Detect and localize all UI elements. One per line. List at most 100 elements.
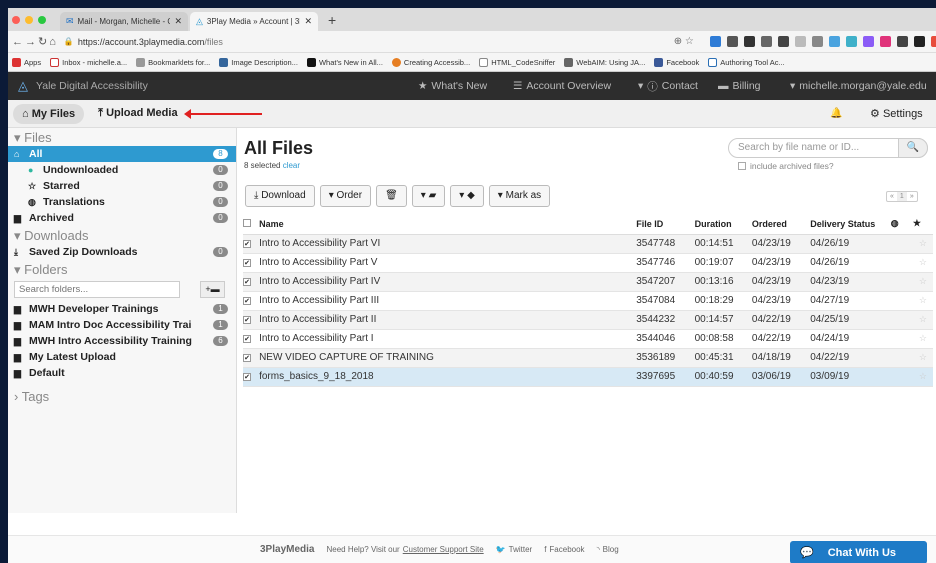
my-files-button[interactable]: ⌂ My Files [13, 103, 85, 124]
extension-icon[interactable] [726, 36, 738, 47]
table-row[interactable]: ✔ Intro to Accessibility Part I 3544046 00:… [243, 329, 933, 349]
extension-icon[interactable] [777, 36, 789, 47]
bookmark-item[interactable]: What's New in All... [306, 57, 383, 67]
star-icon[interactable]: ☆ [919, 295, 927, 305]
checked-checkbox-icon[interactable]: ✔ [243, 297, 251, 305]
column-star[interactable]: ★ [912, 214, 933, 235]
sidebar-folder[interactable]: ▆ MAM Intro Doc Accessibility Trai 1 [8, 317, 236, 333]
extension-icon[interactable] [879, 36, 891, 47]
reload-icon[interactable]: ↻ [38, 35, 47, 48]
files-section-header[interactable]: ▾ Files [8, 130, 236, 146]
star-icon[interactable]: ☆ [919, 333, 927, 343]
row-checkbox[interactable]: ✔ [243, 367, 260, 387]
sidebar-item-undownloaded[interactable]: ● Undownloaded 0 [8, 162, 236, 178]
extension-icon[interactable] [862, 36, 874, 47]
column-delivery-status[interactable]: Delivery Status [810, 214, 891, 235]
bookmark-item[interactable]: Image Description... [219, 57, 298, 67]
blog-link[interactable]: ◝ Blog [597, 545, 619, 554]
url-field[interactable]: 🔒 https://account.3playmedia.com/files ⊕… [64, 36, 704, 47]
star-icon[interactable]: ☆ [919, 257, 927, 267]
table-row[interactable]: ✔ Intro to Accessibility Part V 3547746 00:… [243, 253, 933, 273]
star-icon[interactable]: ☆ [919, 276, 927, 286]
column-name[interactable]: Name [259, 214, 637, 235]
select-all-checkbox[interactable] [243, 218, 251, 227]
order-button[interactable]: ▾ Order [319, 185, 372, 207]
chat-with-us-button[interactable]: 💬 Chat With Us [790, 541, 927, 563]
table-row[interactable]: ✔ Intro to Accessibility Part III 3547084 0… [243, 291, 933, 311]
star-icon[interactable]: ☆ [919, 238, 927, 248]
bell-icon[interactable]: 🔔 [830, 108, 842, 119]
file-name-cell[interactable]: NEW VIDEO CAPTURE OF TRAINING [259, 348, 637, 368]
forward-icon[interactable]: → [25, 36, 36, 48]
table-row[interactable]: ✔ Intro to Accessibility Part VI 3547748 00… [243, 234, 933, 254]
support-link[interactable]: Customer Support Site [403, 545, 484, 554]
extension-icon[interactable] [760, 36, 772, 47]
new-tab-button[interactable]: + [320, 11, 344, 31]
current-page[interactable]: 1 [896, 192, 907, 201]
row-checkbox[interactable]: ✔ [243, 329, 260, 349]
clear-selection-link[interactable]: clear [283, 161, 300, 170]
column-duration[interactable]: Duration [694, 214, 752, 235]
settings-button[interactable]: ⚙ Settings [870, 107, 923, 120]
home-icon[interactable]: ⌂ [49, 36, 56, 48]
table-row[interactable]: ✔ forms_basics_9_18_2018 3397695 00:40:59 03… [243, 367, 933, 387]
bookmark-item[interactable]: Inbox - michelle.a... [50, 57, 127, 67]
star-cell[interactable]: ☆ [912, 367, 933, 387]
file-name-cell[interactable]: Intro to Accessibility Part I [259, 329, 637, 349]
extension-icon[interactable] [896, 36, 908, 47]
select-all-header[interactable] [243, 214, 260, 235]
bookmark-item[interactable]: Facebook [654, 57, 699, 67]
file-name-cell[interactable]: Intro to Accessibility Part V [259, 253, 637, 273]
browser-tab-outlook[interactable]: ✉ Mail - Morgan, Michelle - Outlo ✕ [60, 12, 188, 31]
billing-link[interactable]: ▬ Billing [718, 80, 761, 92]
extension-icon[interactable] [709, 36, 721, 47]
sidebar-folder[interactable]: ▆ MWH Developer Trainings 1 [8, 301, 236, 317]
add-folder-button[interactable]: +▬ [200, 281, 225, 298]
star-icon[interactable]: ☆ [919, 371, 927, 381]
row-checkbox[interactable]: ✔ [243, 310, 260, 330]
extension-icon[interactable] [811, 36, 823, 47]
table-row[interactable]: ✔ Intro to Accessibility Part IV 3547207 00… [243, 272, 933, 292]
include-archived-toggle[interactable]: include archived files? [738, 161, 834, 171]
checked-checkbox-icon[interactable]: ✔ [243, 335, 251, 343]
row-checkbox[interactable]: ✔ [243, 348, 260, 368]
close-tab-icon[interactable]: ✕ [304, 16, 312, 27]
row-checkbox[interactable]: ✔ [243, 234, 260, 254]
folder-search-input[interactable] [14, 281, 180, 298]
browser-tab-3play[interactable]: ◬ 3Play Media » Account | 3Play ✕ [190, 12, 318, 31]
star-icon[interactable]: ☆ [919, 352, 927, 362]
bookmark-apps[interactable]: Apps [12, 57, 41, 67]
file-name-cell[interactable]: Intro to Accessibility Part II [259, 310, 637, 330]
zoom-star-icons[interactable]: ⊕ ☆ [674, 36, 694, 47]
bookmark-item[interactable]: Creating Accessib... [391, 57, 470, 67]
file-search-input[interactable]: Search by file name or ID... 🔍 [728, 138, 928, 158]
extension-icon[interactable] [828, 36, 840, 47]
extension-icon[interactable] [845, 36, 857, 47]
mark-as-button[interactable]: ▾ Mark as [488, 185, 551, 207]
star-cell[interactable]: ☆ [912, 310, 933, 330]
checked-checkbox-icon[interactable]: ✔ [243, 278, 251, 286]
downloads-section-header[interactable]: ▾ Downloads [8, 228, 236, 244]
checked-checkbox-icon[interactable]: ✔ [243, 316, 251, 324]
bookmark-item[interactable]: WebAIM: Using JA... [564, 57, 645, 67]
extension-icon[interactable] [930, 36, 936, 47]
column-file-id[interactable]: File ID [636, 214, 695, 235]
account-overview-link[interactable]: ☰ Account Overview [513, 80, 611, 92]
close-window-button[interactable] [12, 15, 20, 24]
checked-checkbox-icon[interactable]: ✔ [243, 373, 251, 381]
back-icon[interactable]: ← [12, 36, 23, 48]
facebook-link[interactable]: f Facebook [544, 545, 584, 554]
sidebar-item-starred[interactable]: ☆ Starred 0 [8, 178, 236, 194]
file-name-cell[interactable]: forms_basics_9_18_2018 [259, 367, 637, 387]
star-icon[interactable]: ☆ [919, 314, 927, 324]
checked-checkbox-icon[interactable]: ✔ [243, 259, 251, 267]
star-cell[interactable]: ☆ [912, 272, 933, 292]
prev-page-button[interactable]: « [887, 192, 897, 201]
contact-menu[interactable]: ▾ ⓘ Contact [638, 79, 698, 94]
row-checkbox[interactable]: ✔ [243, 253, 260, 273]
upload-media-button[interactable]: ⤒ Upload Media [98, 107, 177, 120]
tag-button[interactable]: ▾ ◆ [450, 185, 484, 207]
file-name-cell[interactable]: Intro to Accessibility Part VI [259, 234, 637, 254]
bookmark-item[interactable]: Authoring Tool Ac... [708, 57, 785, 67]
sidebar-item-saved-zip[interactable]: ⤓ Saved Zip Downloads 0 [8, 244, 236, 260]
